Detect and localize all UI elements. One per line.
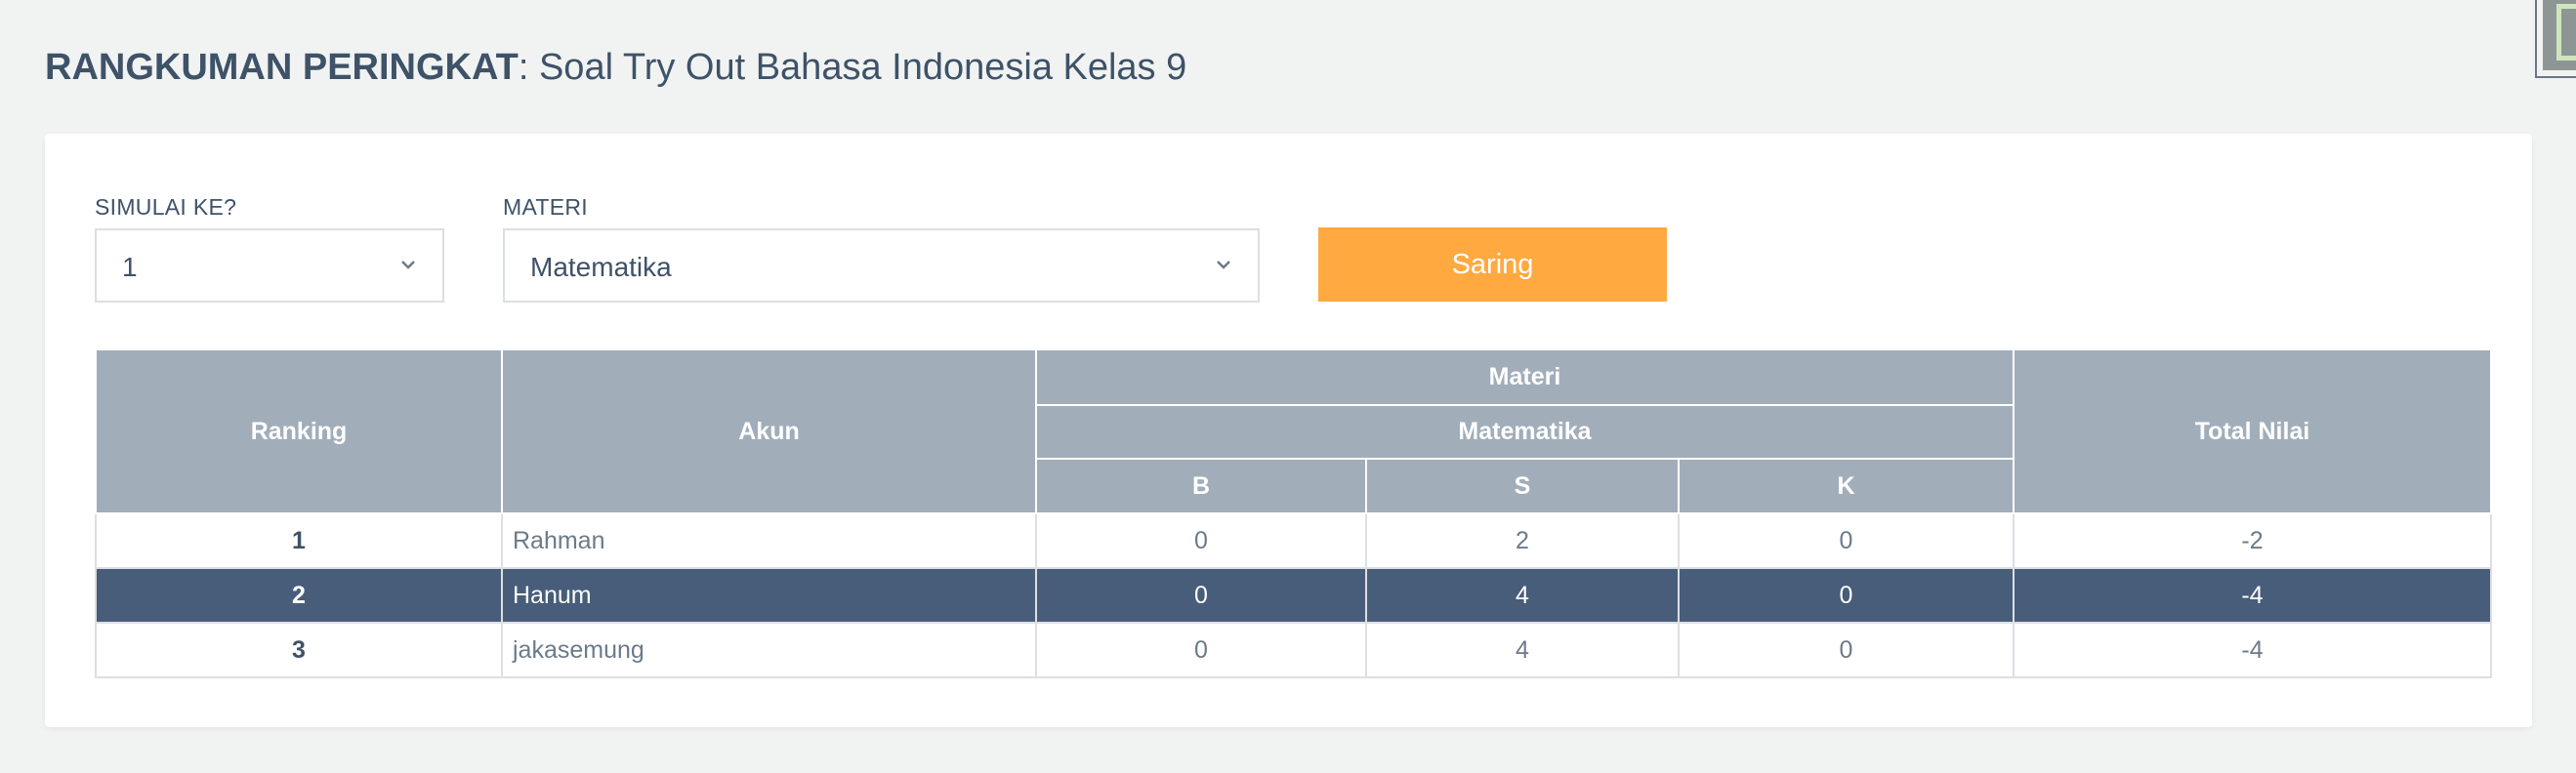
b-cell: 0 [1035, 567, 1367, 624]
total-nilai-cell: -4 [2013, 622, 2492, 678]
header-total-nilai: Total Nilai [2013, 348, 2492, 514]
b-cell: 0 [1035, 622, 1367, 678]
materi-select-value: Matematika [530, 252, 672, 282]
thumbnail-glyph-icon [2556, 4, 2576, 61]
page-title-subject: : Soal Try Out Bahasa Indonesia Kelas 9 [518, 47, 1187, 88]
materi-label: MATERI [503, 194, 588, 220]
materi-select[interactable]: Matematika [503, 228, 1260, 303]
corner-thumbnail[interactable] [2535, 0, 2576, 78]
header-materi: Materi [1035, 348, 2015, 406]
akun-cell: jakasemung [501, 622, 1037, 678]
ranking-table-body: 1 Rahman 0 2 0 -2 2 Hanum 0 4 0 -4 3 jakasemung 0 4 0 -4 [95, 512, 2492, 678]
simulasi-select-value: 1 [122, 252, 138, 282]
s-cell: 4 [1365, 622, 1680, 678]
akun-cell: Hanum [501, 567, 1037, 624]
s-cell: 2 [1365, 512, 1680, 569]
rank-cell: 2 [95, 567, 503, 624]
total-nilai-cell: -2 [2013, 512, 2492, 569]
k-cell: 0 [1678, 512, 2015, 569]
thumbnail-image [2543, 0, 2576, 70]
rank-cell: 3 [95, 622, 503, 678]
header-ranking: Ranking [95, 348, 503, 514]
page-title: RANGKUMAN PERINGKAT: Soal Try Out Bahasa… [45, 45, 1186, 90]
s-cell: 4 [1365, 567, 1680, 624]
akun-cell: Rahman [501, 512, 1037, 569]
ranking-card: SIMULAI KE? 1 MATERI Matematika Saring R… [45, 134, 2532, 727]
header-akun: Akun [501, 348, 1037, 514]
header-subject: Matematika [1035, 404, 2015, 460]
simulasi-label: SIMULAI KE? [95, 194, 237, 220]
rank-cell: 1 [95, 512, 503, 569]
page-title-heading: RANGKUMAN PERINGKAT [45, 47, 519, 88]
b-cell: 0 [1035, 512, 1367, 569]
header-k: K [1678, 458, 2015, 514]
chevron-down-icon [1217, 261, 1230, 269]
simulasi-select[interactable]: 1 [95, 228, 444, 303]
table-row[interactable]: 1 Rahman 0 2 0 -2 [95, 512, 2492, 569]
table-row[interactable]: 3 jakasemung 0 4 0 -4 [95, 622, 2492, 678]
table-row[interactable]: 2 Hanum 0 4 0 -4 [95, 567, 2492, 624]
header-b: B [1035, 458, 1367, 514]
total-nilai-cell: -4 [2013, 567, 2492, 624]
saring-button[interactable]: Saring [1318, 227, 1667, 302]
k-cell: 0 [1678, 622, 2015, 678]
k-cell: 0 [1678, 567, 2015, 624]
ranking-table: Ranking Akun Materi Total Nilai Matemati… [95, 348, 2492, 678]
header-s: S [1365, 458, 1680, 514]
chevron-down-icon [401, 261, 415, 269]
